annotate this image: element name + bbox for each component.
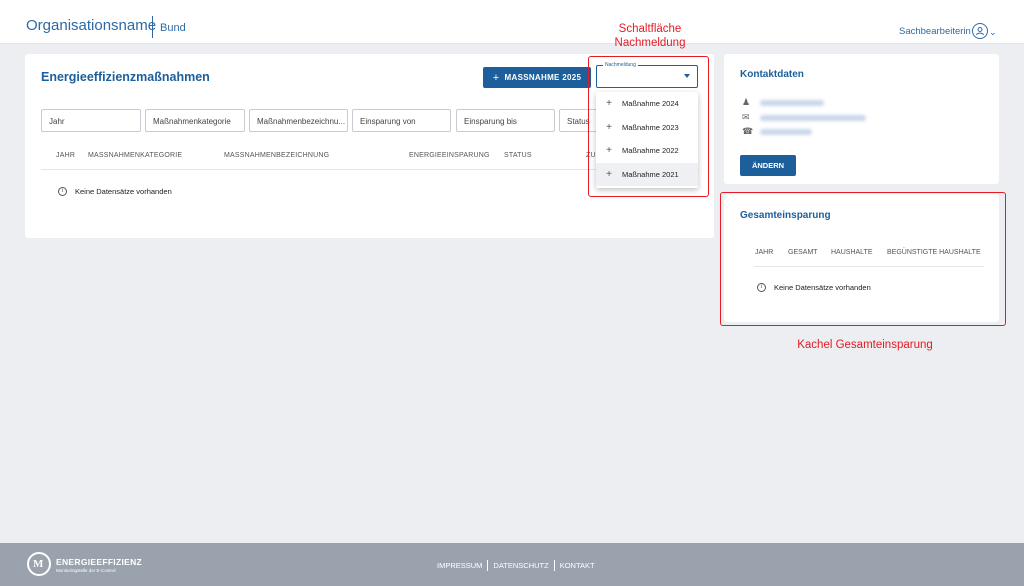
- logo-icon[interactable]: M: [27, 552, 51, 576]
- annotation-label-total-savings: Kachel Gesamteinsparung: [797, 339, 933, 351]
- column-header-category[interactable]: MASSNAHMENKATEGORIE: [88, 152, 182, 159]
- org-level: Bund: [160, 22, 186, 34]
- add-measure-button[interactable]: + MASSNAHME 2025: [483, 67, 591, 88]
- annotation-box-nachmeldung: [588, 56, 709, 197]
- user-name[interactable]: Sachbearbeiterin: [899, 26, 971, 37]
- filter-category[interactable]: Maßnahmenkategorie: [145, 109, 245, 132]
- empty-state: i Keine Datensätze vorhanden: [58, 187, 172, 196]
- filter-year[interactable]: Jahr: [41, 109, 141, 132]
- contact-person-row: ♟: [742, 97, 824, 108]
- contact-phone-redacted: [760, 128, 812, 135]
- column-header-savings[interactable]: ENERGIEEINSPARUNG: [409, 152, 490, 159]
- phone-icon: ☎: [742, 126, 754, 136]
- footer-link-kontakt[interactable]: KONTAKT: [560, 561, 595, 570]
- user-avatar-icon[interactable]: [972, 23, 988, 39]
- filter-measure-name[interactable]: Maßnahmenbezeichnu...: [249, 109, 348, 132]
- contact-card: Kontaktdaten ♟ ✉ ☎ ÄNDERN: [724, 54, 999, 184]
- filter-savings-from[interactable]: Einsparung von: [352, 109, 451, 132]
- logo-text: ENERGIEEFFIZIENZ: [56, 557, 143, 567]
- footer-divider: [553, 560, 555, 571]
- footer-link-impressum[interactable]: IMPRESSUM: [437, 561, 482, 570]
- app-header: Organisationsname Bund Sachbearbeiterin …: [0, 0, 1024, 44]
- column-header-status[interactable]: STATUS: [504, 152, 532, 159]
- contact-person-redacted: [760, 99, 824, 106]
- contact-phone-row: ☎: [742, 126, 812, 137]
- annotation-line-1: Schaltfläche: [618, 23, 682, 35]
- column-header-year[interactable]: JAHR: [56, 152, 75, 159]
- column-header-name[interactable]: MASSNAHMENBEZEICHNUNG: [224, 152, 329, 159]
- info-icon: i: [58, 187, 67, 196]
- footer-link-datenschutz[interactable]: DATENSCHUTZ: [493, 561, 548, 570]
- annotation-line-2: Nachmeldung: [614, 37, 686, 49]
- annotation-label-nachmeldung: Schaltfläche Nachmeldung: [595, 22, 705, 50]
- person-icon: ♟: [742, 97, 751, 107]
- contact-title: Kontaktdaten: [740, 69, 804, 80]
- change-contact-button[interactable]: ÄNDERN: [740, 155, 796, 176]
- app-footer: M ENERGIEEFFIZIENZ Monitoringstelle der …: [0, 543, 1024, 586]
- annotation-box-total-savings: [720, 192, 1006, 326]
- chevron-down-icon[interactable]: ⌄: [989, 27, 997, 38]
- footer-links: IMPRESSUM DATENSCHUTZ KONTAKT: [437, 560, 595, 571]
- org-name[interactable]: Organisationsname: [26, 17, 156, 34]
- contact-email-redacted[interactable]: [760, 114, 866, 121]
- contact-email-row: ✉: [742, 112, 866, 123]
- filter-savings-to[interactable]: Einsparung bis: [456, 109, 555, 132]
- header-divider: [152, 16, 153, 38]
- logo-subtitle: Monitoringstelle der E-Control: [56, 568, 116, 573]
- add-measure-label: MASSNAHME 2025: [504, 73, 582, 82]
- footer-divider: [487, 560, 489, 571]
- mail-icon: ✉: [742, 112, 750, 122]
- plus-icon: +: [492, 71, 500, 84]
- empty-state-text: Keine Datensätze vorhanden: [75, 187, 172, 196]
- page-title: Energieeffizienzmaßnahmen: [41, 70, 210, 84]
